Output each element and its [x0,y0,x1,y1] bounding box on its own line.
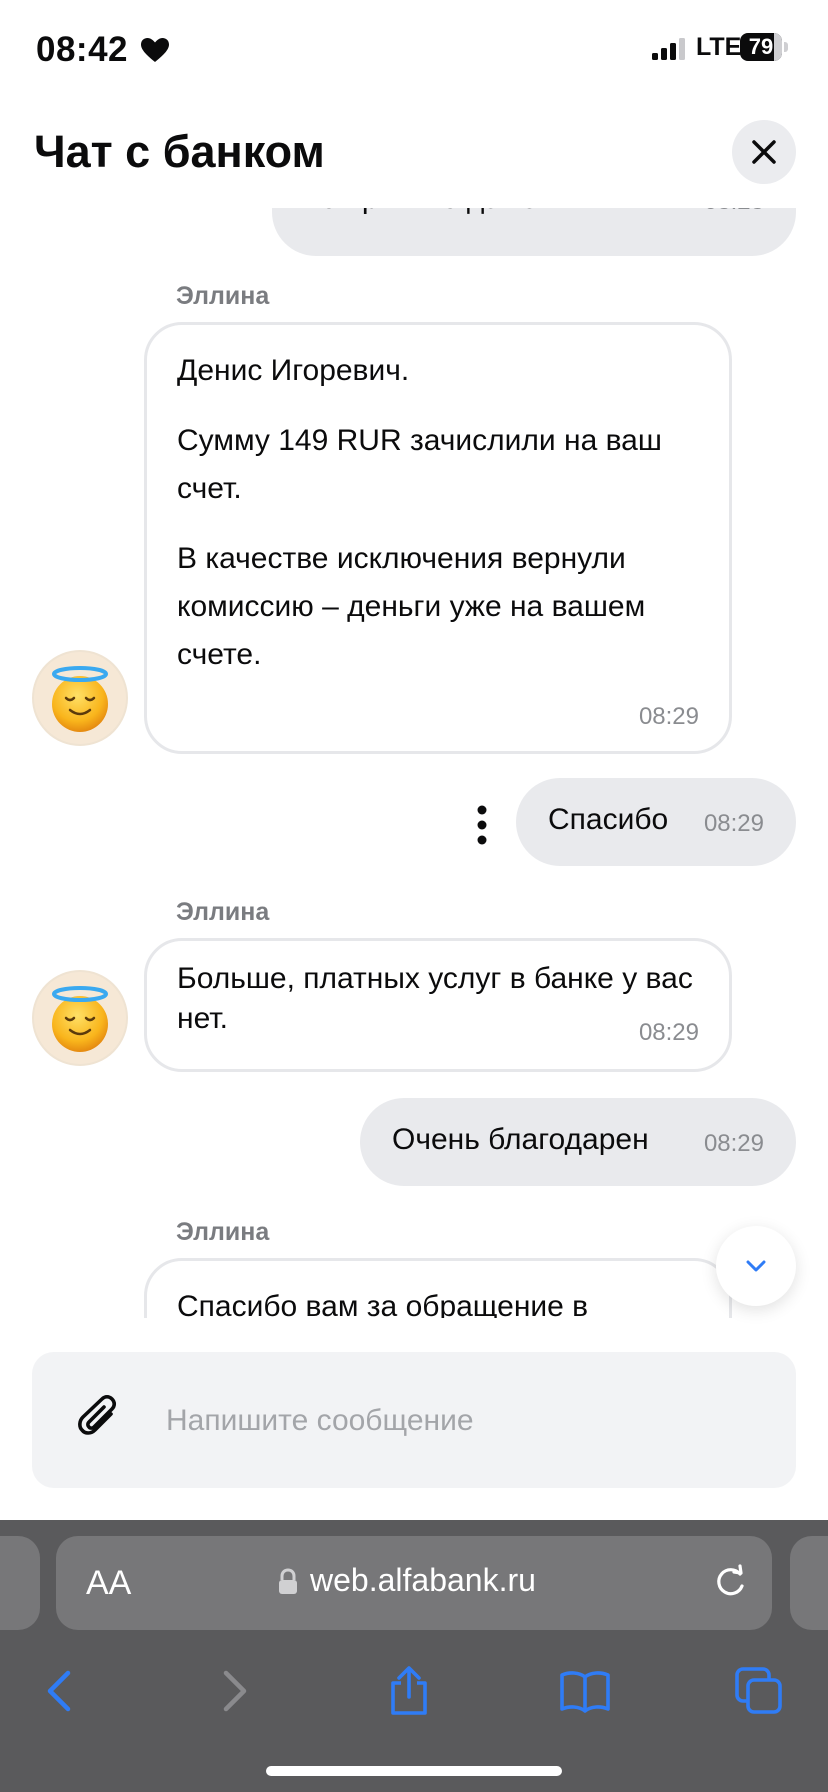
heart-icon [141,38,169,62]
network-label: LTE [696,33,742,61]
chevron-down-icon [746,1260,766,1272]
avatar [32,970,128,1066]
forward-arrow-icon [223,1670,247,1712]
incoming-message[interactable]: Спасибо вам за обращение в [144,1258,732,1318]
battery-level: 79 [748,34,774,59]
scroll-down-button[interactable] [716,1226,796,1306]
message-time: 08:29 [703,810,764,837]
message-text: Больше, платных услуг в банке у вас нет. [177,962,693,1035]
lock-icon [279,1568,297,1594]
message-time: 08:28 [704,208,764,216]
incoming-message[interactable]: Денис Игоревич. Сумму 149 RUR зачислили … [144,322,732,754]
reload-icon[interactable] [710,1562,750,1602]
message-paragraph: Сумму 149 RUR зачислили на ваш счет. [177,424,662,505]
outgoing-message[interactable]: Очень благодарен 08:29 [360,1098,796,1186]
close-button[interactable] [732,120,796,184]
more-options-icon[interactable] [470,802,494,848]
forward-button[interactable] [200,1656,270,1726]
tabs-button[interactable] [724,1656,794,1726]
signal-icon [652,38,685,60]
home-indicator [266,1766,562,1776]
outgoing-message[interactable]: Спасибо 08:29 [516,778,796,866]
message-input[interactable] [164,1390,728,1452]
url-text[interactable]: web.alfabank.ru [310,1562,536,1599]
outgoing-message[interactable]: не приятно даже 08:28 [272,208,796,256]
sender-name: Эллина [176,282,270,310]
book-icon [560,1671,610,1713]
message-text: Спасибо [548,803,669,836]
reader-settings-button[interactable]: AA [86,1564,131,1603]
address-bar[interactable]: AA web.alfabank.ru [56,1536,772,1630]
back-arrow-icon [47,1670,71,1712]
message-paragraph: В качестве исключения вернули комиссию –… [177,542,646,671]
chat-messages[interactable]: не приятно даже 08:28 Эллина Денис Игоре… [0,208,828,1318]
battery-icon: 79 [740,33,788,61]
message-time: 08:29 [638,1019,699,1046]
message-time: 08:29 [703,1130,764,1157]
tabs-icon [735,1667,782,1714]
status-time: 08:42 [36,30,129,69]
browser-toolbar [0,1650,828,1740]
message-text: Очень благодарен [392,1123,649,1156]
message-paragraph: Денис Игоревич. [177,354,410,387]
message-text: Спасибо вам за обращение в [177,1290,589,1318]
back-button[interactable] [24,1656,94,1726]
close-icon [752,140,776,164]
share-icon [391,1666,427,1715]
next-tab-preview[interactable] [790,1536,828,1630]
paperclip-icon[interactable] [78,1394,122,1446]
page-title: Чат с банком [34,126,325,177]
browser-chrome: AA web.alfabank.ru [0,1520,828,1792]
bookmarks-button[interactable] [550,1656,620,1726]
message-time: 08:29 [638,703,699,730]
status-bar: 08:42 LTE 79 [0,0,828,100]
chat-header: Чат с банком [0,100,828,208]
sender-name: Эллина [176,1218,270,1246]
angel-emoji-icon [52,666,108,732]
share-button[interactable] [374,1656,444,1726]
previous-tab-preview[interactable] [0,1536,40,1630]
avatar [32,650,128,746]
sender-name: Эллина [176,898,270,926]
message-text: не приятно даже [304,208,538,216]
angel-emoji-icon [52,986,108,1052]
message-composer [32,1352,796,1488]
incoming-message[interactable]: Больше, платных услуг в банке у вас нет.… [144,938,732,1072]
